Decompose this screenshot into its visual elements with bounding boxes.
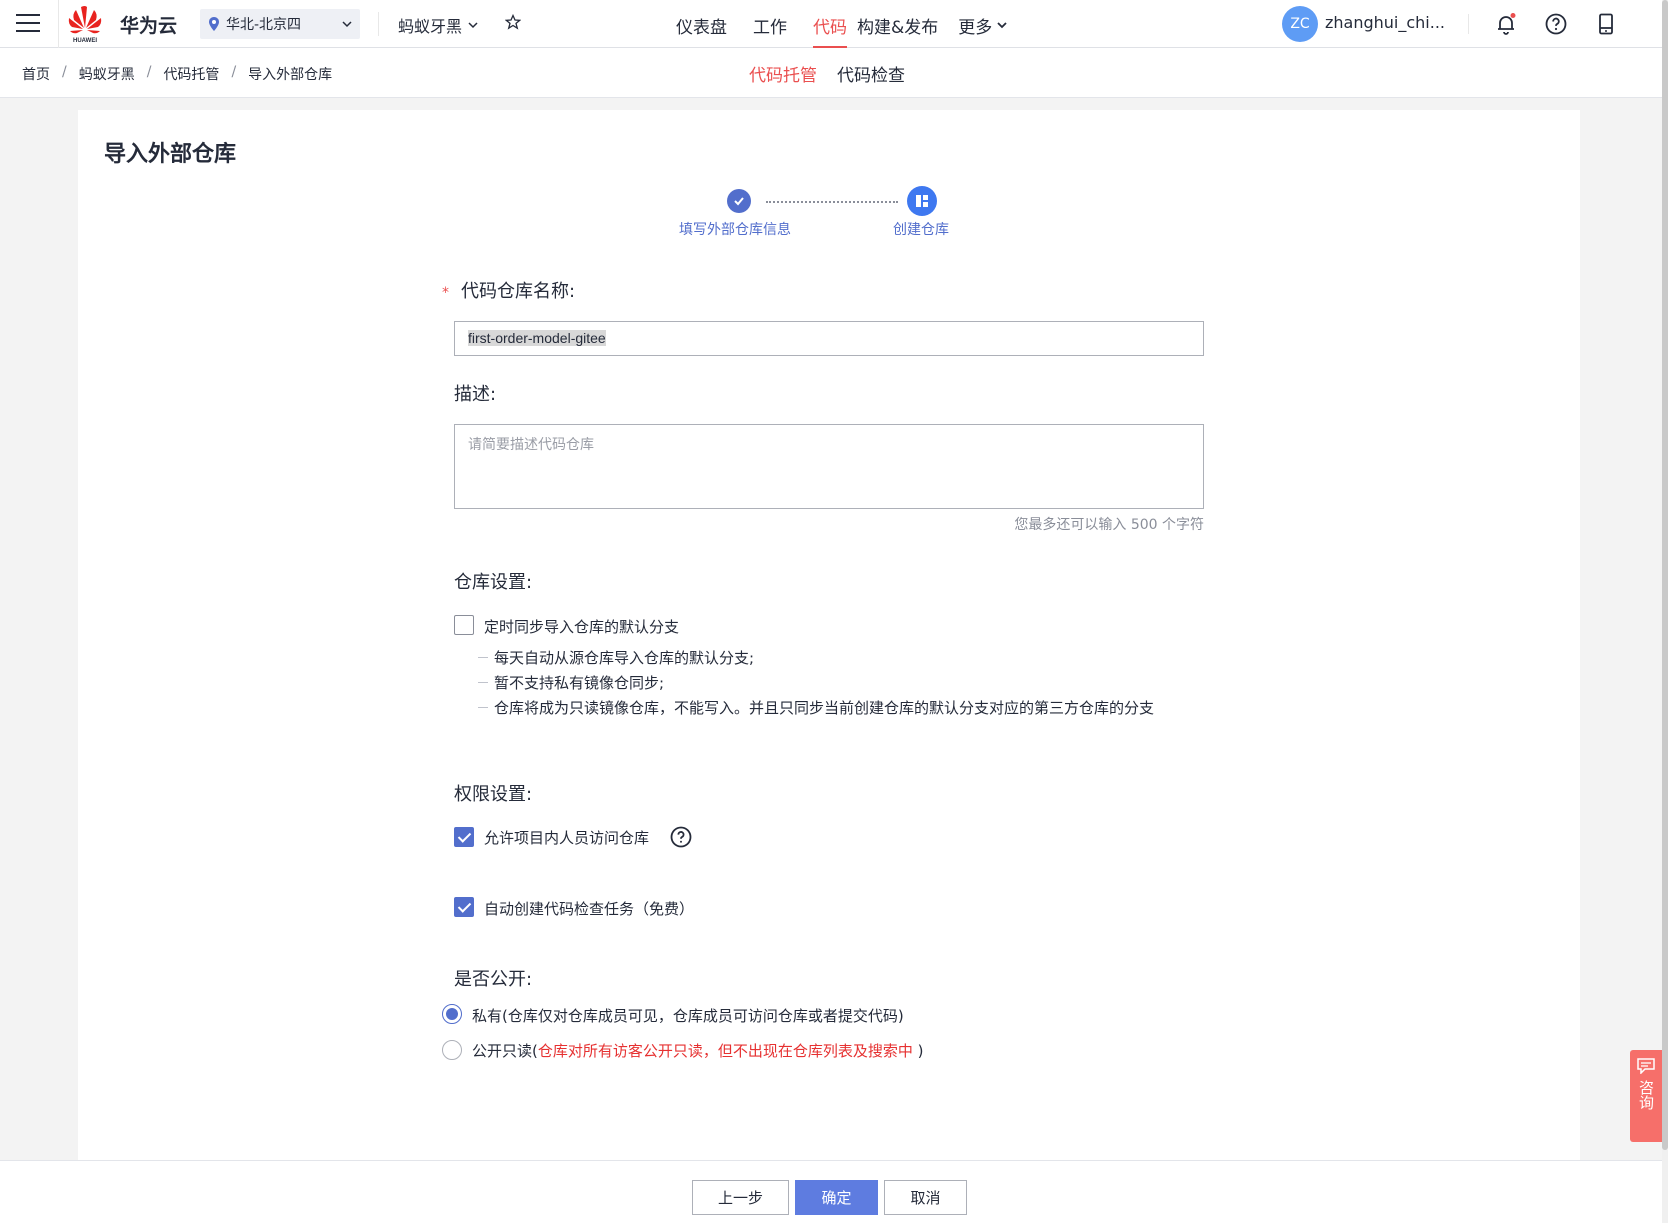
main-nav: 仪表盘 工作 代码 构建&发布 更多 (676, 0, 1033, 48)
description-textarea[interactable]: 请简要描述代码仓库 (454, 424, 1204, 509)
username[interactable]: zhanghui_chi... (1325, 13, 1445, 32)
divider (1468, 14, 1469, 34)
cancel-button[interactable]: 取消 (884, 1180, 967, 1215)
private-option-label[interactable]: 私有(仓库仅对仓库成员可见，仓库成员可访问仓库或者提交代码) (472, 1005, 904, 1026)
scrollbar[interactable] (1662, 0, 1668, 1223)
nav-build-release[interactable]: 构建&发布 (857, 0, 938, 48)
breadcrumb-home[interactable]: 首页 (22, 64, 50, 84)
tab-code-check[interactable]: 代码检查 (837, 61, 905, 86)
scrollbar-thumb[interactable] (1662, 0, 1668, 1150)
public-option-suffix: ) (912, 1042, 924, 1060)
radio-public-readonly[interactable] (442, 1040, 462, 1060)
top-navigation-bar: HUAWEI 华为云 华北-北京四 蚂蚁牙黑 仪表盘 工作 代码 构建&发布 更… (0, 0, 1668, 48)
radio-private[interactable] (442, 1004, 462, 1024)
nav-label: 构建&发布 (857, 18, 939, 38)
project-selector[interactable]: 蚂蚁牙黑 (398, 13, 478, 37)
allow-members-label[interactable]: 允许项目内人员访问仓库 (484, 827, 649, 848)
repo-name-value: first-order-model-gitee (468, 330, 606, 346)
logo-text: HUAWEI (73, 38, 97, 44)
desc-label: 描述: (454, 384, 497, 405)
chevron-down-icon (342, 21, 352, 28)
brand-name: 华为云 (120, 15, 178, 37)
auto-check-checkbox[interactable] (454, 897, 474, 917)
perm-settings-label: 权限设置: (454, 784, 533, 805)
help-icon[interactable] (1544, 12, 1568, 36)
region-label: 华北-北京四 (226, 17, 302, 33)
page-title: 导入外部仓库 (104, 142, 237, 167)
sync-checkbox[interactable] (454, 615, 474, 635)
repo-settings-label: 仓库设置: (454, 572, 533, 593)
public-option-label[interactable]: 公开只读(仓库对所有访客公开只读，但不出现在仓库列表及搜索中 ) (472, 1040, 924, 1061)
sync-note: 每天自动从源仓库导入仓库的默认分支; (478, 647, 754, 668)
import-repo-card: 导入外部仓库 填写外部仓库信息 创建仓库 * 代码仓库名称: first-orde… (78, 110, 1580, 1160)
avatar[interactable]: ZC (1282, 6, 1318, 42)
step-done-check-icon (727, 189, 751, 213)
bell-icon[interactable] (1494, 12, 1518, 36)
question-circle-icon[interactable] (670, 826, 692, 848)
char-counter: 您最多还可以输入 500 个字符 (1014, 517, 1204, 533)
public-option-prefix: 公开只读( (472, 1042, 538, 1060)
nav-label: 代码 (813, 18, 847, 38)
breadcrumb: 首页 / 蚂蚁牙黑 / 代码托管 / 导入外部仓库 (22, 64, 332, 84)
breadcrumb-separator: / (231, 64, 237, 80)
breadcrumb-separator: / (62, 64, 67, 80)
breadcrumb-separator: / (146, 64, 152, 80)
auto-check-label[interactable]: 自动创建代码检查任务（免费） (484, 898, 694, 919)
breadcrumb-current: 导入外部仓库 (248, 67, 333, 83)
divider (378, 12, 379, 36)
repo-name-label: 代码仓库名称: (461, 281, 576, 302)
sync-note: 仓库将成为只读镜像仓库，不能写入。并且只同步当前创建仓库的默认分支对应的第三方仓… (478, 697, 1154, 718)
mobile-icon[interactable] (1594, 12, 1618, 36)
hamburger-menu-icon[interactable] (16, 14, 40, 34)
repo-name-label-row: * 代码仓库名称: (442, 277, 575, 303)
chat-icon (1637, 1058, 1655, 1074)
footer-action-bar: 上一步 确定 取消 (0, 1160, 1668, 1223)
breadcrumb-code-hosting[interactable]: 代码托管 (163, 64, 219, 84)
location-pin-icon (209, 17, 219, 31)
step-2-label: 创建仓库 (893, 222, 949, 238)
public-option-warning: 仓库对所有访客公开只读，但不出现在仓库列表及搜索中 (537, 1042, 913, 1060)
nav-work[interactable]: 工作 (753, 0, 787, 48)
sync-note: 暂不支持私有镜像仓同步; (478, 672, 664, 693)
divider (58, 0, 59, 48)
wizard-steps: 填写外部仓库信息 创建仓库 (78, 186, 1580, 249)
prev-step-button[interactable]: 上一步 (692, 1180, 789, 1215)
required-asterisk: * (442, 285, 449, 301)
desc-placeholder: 请简要描述代码仓库 (468, 437, 594, 453)
step-1-label: 填写外部仓库信息 (679, 222, 791, 238)
nav-code[interactable]: 代码 (813, 0, 847, 48)
confirm-button[interactable]: 确定 (795, 1180, 878, 1215)
star-icon[interactable] (505, 14, 521, 30)
consult-label: 咨询 (1637, 1080, 1655, 1110)
allow-members-checkbox[interactable] (454, 827, 474, 847)
nav-dashboard[interactable]: 仪表盘 (676, 0, 727, 48)
region-selector[interactable]: 华北-北京四 (200, 9, 360, 39)
consult-button[interactable]: 咨询 (1630, 1050, 1662, 1142)
chevron-down-icon (468, 22, 478, 29)
public-label: 是否公开: (454, 969, 533, 990)
huawei-logo[interactable]: HUAWEI (66, 4, 104, 44)
nav-more[interactable]: 更多 (958, 0, 1007, 48)
step-current-icon (907, 186, 937, 216)
nav-label: 更多 (958, 18, 993, 38)
nav-label: 仪表盘 (676, 18, 727, 38)
sync-checkbox-label[interactable]: 定时同步导入仓库的默认分支 (484, 616, 679, 637)
nav-label: 工作 (753, 18, 787, 38)
step-connector (766, 201, 898, 203)
chevron-down-icon (997, 22, 1007, 29)
project-name: 蚂蚁牙黑 (398, 17, 463, 36)
repo-name-input[interactable]: first-order-model-gitee (454, 321, 1204, 356)
breadcrumb-project[interactable]: 蚂蚁牙黑 (79, 64, 135, 84)
tab-code-hosting[interactable]: 代码托管 (749, 61, 817, 86)
sub-tabs: 代码托管 代码检查 (749, 61, 925, 86)
secondary-bar: 首页 / 蚂蚁牙黑 / 代码托管 / 导入外部仓库 代码托管 代码检查 (0, 48, 1668, 98)
